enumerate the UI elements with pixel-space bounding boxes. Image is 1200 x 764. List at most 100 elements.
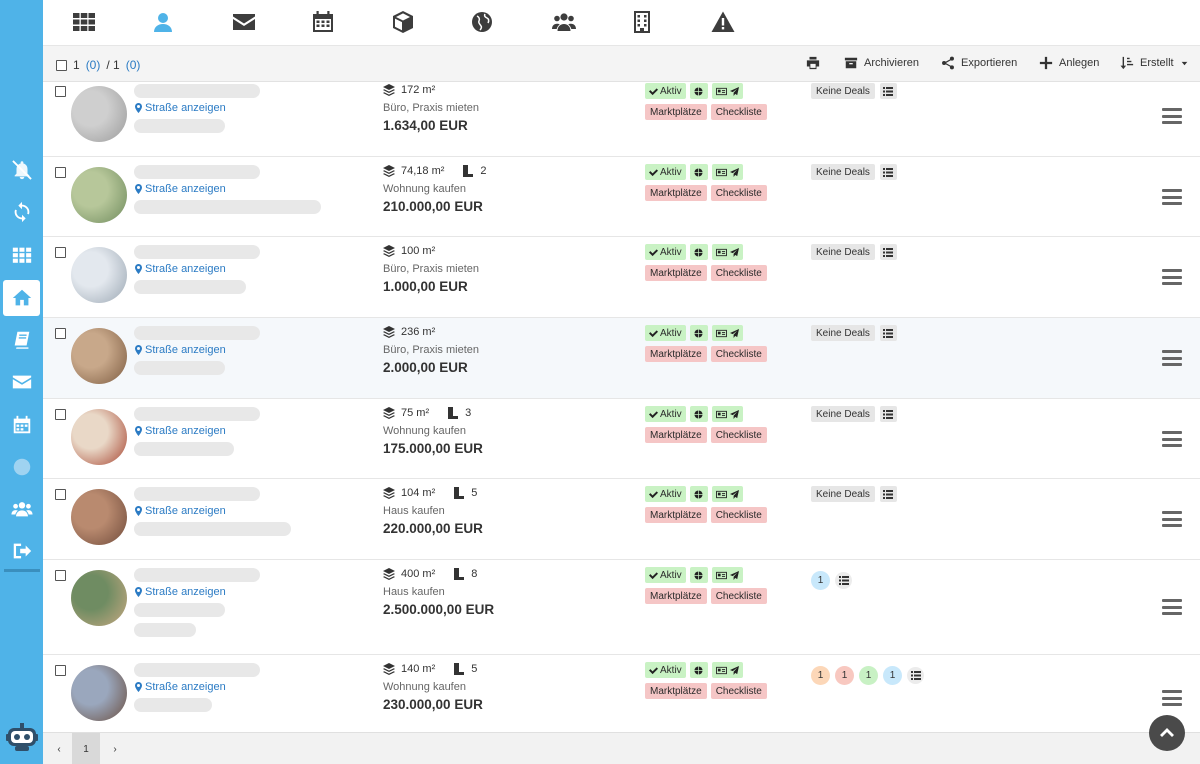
prev-page-button[interactable]: ‹ bbox=[45, 733, 73, 764]
active-status-badge[interactable]: Aktiv bbox=[645, 325, 686, 341]
sidebar-item-apps[interactable] bbox=[0, 237, 43, 273]
checklist-badge[interactable]: Checkliste bbox=[710, 683, 767, 699]
show-street-link[interactable]: Straße anzeigen bbox=[135, 425, 226, 437]
topnav-item-calendar[interactable] bbox=[303, 6, 343, 38]
deals-list-button[interactable] bbox=[835, 572, 852, 589]
web-publish-badge[interactable] bbox=[689, 83, 708, 99]
table-row[interactable]: Straße anzeigen 74,18 m² 2 Wohnung kaufen… bbox=[43, 157, 1200, 237]
checklist-badge[interactable]: Checkliste bbox=[710, 427, 767, 443]
checklist-badge[interactable]: Checkliste bbox=[710, 507, 767, 523]
deal-count-badge[interactable]: 1 bbox=[811, 666, 830, 685]
property-thumbnail[interactable] bbox=[71, 570, 127, 626]
sidebar-item-notifications-off[interactable] bbox=[0, 152, 43, 188]
create-button[interactable]: Anlegen bbox=[1039, 56, 1099, 70]
sidebar-item-mail[interactable] bbox=[0, 364, 43, 400]
show-street-link[interactable]: Straße anzeigen bbox=[135, 263, 226, 275]
row-checkbox[interactable] bbox=[55, 328, 66, 339]
active-status-badge[interactable]: Aktiv bbox=[645, 567, 686, 583]
row-checkbox[interactable] bbox=[55, 665, 66, 676]
no-deals-badge[interactable]: Keine Deals bbox=[811, 164, 875, 180]
property-thumbnail[interactable] bbox=[71, 409, 127, 465]
print-button[interactable] bbox=[806, 56, 820, 70]
row-checkbox[interactable] bbox=[55, 247, 66, 258]
exposé-send-badge[interactable] bbox=[711, 244, 743, 260]
no-deals-badge[interactable]: Keine Deals bbox=[811, 486, 875, 502]
show-street-link[interactable]: Straße anzeigen bbox=[135, 344, 226, 356]
exposé-send-badge[interactable] bbox=[711, 486, 743, 502]
select-all-checkbox[interactable] bbox=[56, 59, 67, 71]
marketplaces-badge[interactable]: Marktplätze bbox=[645, 427, 707, 443]
table-row[interactable]: Straße anzeigen 172 m² Büro, Praxis miet… bbox=[43, 82, 1200, 157]
row-checkbox[interactable] bbox=[55, 570, 66, 581]
table-row[interactable]: Straße anzeigen 400 m² 8 Haus kaufen 2.50… bbox=[43, 560, 1200, 655]
row-checkbox[interactable] bbox=[55, 86, 66, 97]
selection-selected[interactable]: (0) bbox=[86, 58, 101, 72]
exposé-send-badge[interactable] bbox=[711, 406, 743, 422]
page-1-button[interactable]: 1 bbox=[72, 733, 100, 764]
checklist-badge[interactable]: Checkliste bbox=[710, 265, 767, 281]
topnav-item-web[interactable] bbox=[462, 6, 502, 38]
exposé-send-badge[interactable] bbox=[711, 164, 743, 180]
deals-list-button[interactable] bbox=[879, 406, 897, 422]
active-status-badge[interactable]: Aktiv bbox=[645, 486, 686, 502]
deals-list-button[interactable] bbox=[907, 667, 924, 684]
row-menu-icon[interactable] bbox=[1162, 269, 1182, 285]
web-publish-badge[interactable] bbox=[689, 244, 708, 260]
deals-list-button[interactable] bbox=[879, 325, 897, 341]
no-deals-badge[interactable]: Keine Deals bbox=[811, 406, 875, 422]
marketplaces-badge[interactable]: Marktplätze bbox=[645, 346, 707, 362]
topnav-item-contacts[interactable] bbox=[143, 6, 183, 38]
sort-dropdown[interactable]: Erstellt bbox=[1120, 56, 1189, 70]
active-status-badge[interactable]: Aktiv bbox=[645, 406, 686, 422]
web-publish-badge[interactable] bbox=[689, 486, 708, 502]
sidebar-item-calendar[interactable] bbox=[0, 407, 43, 443]
exposé-send-badge[interactable] bbox=[711, 567, 743, 583]
row-menu-icon[interactable] bbox=[1162, 350, 1182, 366]
row-menu-icon[interactable] bbox=[1162, 108, 1182, 124]
topnav-item-buildings[interactable] bbox=[622, 6, 662, 38]
sidebar-item-contacts[interactable] bbox=[0, 491, 43, 527]
no-deals-badge[interactable]: Keine Deals bbox=[811, 244, 875, 260]
archive-button[interactable]: Archivieren bbox=[844, 56, 919, 70]
selection-total-selected[interactable]: (0) bbox=[126, 58, 141, 72]
deal-count-badge[interactable]: 1 bbox=[835, 666, 854, 685]
export-button[interactable]: Exportieren bbox=[941, 56, 1017, 70]
no-deals-badge[interactable]: Keine Deals bbox=[811, 325, 875, 341]
table-row[interactable]: Straße anzeigen 140 m² 5 Wohnung kaufen 2… bbox=[43, 655, 1200, 732]
show-street-link[interactable]: Straße anzeigen bbox=[135, 681, 226, 693]
topnav-item-apps[interactable] bbox=[64, 6, 104, 38]
no-deals-badge[interactable]: Keine Deals bbox=[811, 83, 875, 99]
deals-list-button[interactable] bbox=[879, 83, 897, 99]
web-publish-badge[interactable] bbox=[689, 325, 708, 341]
web-publish-badge[interactable] bbox=[689, 662, 708, 678]
property-thumbnail[interactable] bbox=[71, 86, 127, 142]
sidebar-item-properties[interactable] bbox=[3, 280, 40, 316]
exposé-send-badge[interactable] bbox=[711, 325, 743, 341]
marketplaces-badge[interactable]: Marktplätze bbox=[645, 104, 707, 120]
deals-list-button[interactable] bbox=[879, 164, 897, 180]
property-thumbnail[interactable] bbox=[71, 665, 127, 721]
exposé-send-badge[interactable] bbox=[711, 662, 743, 678]
row-menu-icon[interactable] bbox=[1162, 511, 1182, 527]
exposé-send-badge[interactable] bbox=[711, 83, 743, 99]
row-checkbox[interactable] bbox=[55, 409, 66, 420]
show-street-link[interactable]: Straße anzeigen bbox=[135, 586, 226, 598]
deal-count-badge[interactable]: 1 bbox=[883, 666, 902, 685]
sidebar-item-web[interactable] bbox=[0, 449, 43, 485]
row-menu-icon[interactable] bbox=[1162, 189, 1182, 205]
table-row[interactable]: Straße anzeigen 100 m² Büro, Praxis miet… bbox=[43, 237, 1200, 318]
checklist-badge[interactable]: Checkliste bbox=[710, 104, 767, 120]
show-street-link[interactable]: Straße anzeigen bbox=[135, 183, 226, 195]
web-publish-badge[interactable] bbox=[689, 164, 708, 180]
marketplaces-badge[interactable]: Marktplätze bbox=[645, 683, 707, 699]
active-status-badge[interactable]: Aktiv bbox=[645, 83, 686, 99]
checklist-badge[interactable]: Checkliste bbox=[710, 185, 767, 201]
table-row[interactable]: Straße anzeigen 236 m² Büro, Praxis miet… bbox=[43, 318, 1200, 399]
active-status-badge[interactable]: Aktiv bbox=[645, 244, 686, 260]
deals-list-button[interactable] bbox=[879, 244, 897, 260]
active-status-badge[interactable]: Aktiv bbox=[645, 662, 686, 678]
topnav-item-mail[interactable] bbox=[224, 6, 264, 38]
topnav-item-alerts[interactable] bbox=[703, 6, 743, 38]
scroll-to-top-button[interactable] bbox=[1149, 715, 1185, 751]
sidebar-item-documents[interactable] bbox=[0, 322, 43, 358]
